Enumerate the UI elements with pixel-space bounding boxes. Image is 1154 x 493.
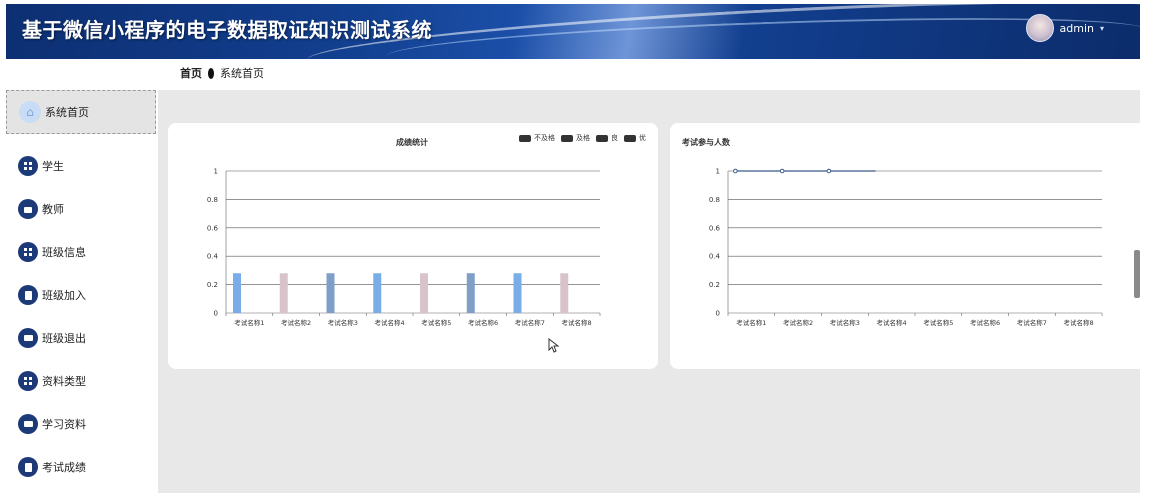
document-icon xyxy=(18,285,38,305)
document-icon xyxy=(18,457,38,477)
sidebar-item-label: 学生 xyxy=(42,160,64,173)
y-tick-label: 0.4 xyxy=(207,253,219,261)
chart-legend: 不及格 及格 良 优 xyxy=(519,133,646,143)
y-tick-label: 1 xyxy=(716,168,720,176)
x-tick-label: 考试名称6 xyxy=(468,318,498,327)
sidebar-item-teachers[interactable]: 教师 xyxy=(6,197,156,221)
sidebar: ⌂ 系统首页 学生 教师 班级信息 班级加入 班级退出 资料类型 学习资料 考试… xyxy=(6,90,156,493)
sidebar-item-class-quit[interactable]: 班级退出 xyxy=(6,326,156,350)
chevron-down-icon[interactable]: ▾ xyxy=(1100,24,1104,33)
legend-swatch xyxy=(519,134,531,142)
y-tick-label: 0.6 xyxy=(207,224,219,232)
bar xyxy=(466,273,475,313)
grid-icon xyxy=(18,242,38,262)
x-tick-label: 考试名称8 xyxy=(1064,318,1094,327)
legend-swatch xyxy=(624,134,636,142)
breadcrumb-current: 系统首页 xyxy=(220,67,264,80)
sidebar-item-label: 教师 xyxy=(42,203,64,216)
x-tick-label: 考试名称7 xyxy=(1017,318,1047,327)
x-tick-label: 考试名称4 xyxy=(375,318,405,327)
x-tick-label: 考试名称1 xyxy=(736,318,766,327)
bar-chart: 0 0.2 0.4 0.6 0.8 1 考试名称1 考试名称2 考试名称3 考试名称4 考试名称5 考… xyxy=(207,168,601,327)
sidebar-item-material-type[interactable]: 资料类型 xyxy=(6,369,156,393)
breadcrumb-separator-icon xyxy=(208,67,214,79)
bar xyxy=(560,273,569,313)
x-tick-label: 考试名称2 xyxy=(783,318,813,327)
grid-icon xyxy=(18,156,38,176)
chart-title: 成绩统计 xyxy=(396,138,428,147)
legend-swatch xyxy=(561,134,573,142)
message-icon xyxy=(18,414,38,434)
line-chart: 0 0.2 0.4 0.6 0.8 1 考试名称1 考试名称2 考试名称3 考试名称4 考试名称5 考… xyxy=(709,168,1103,327)
app-title: 基于微信小程序的电子数据取证知识测试系统 xyxy=(22,18,432,42)
data-point xyxy=(779,168,785,174)
message-icon xyxy=(18,328,38,348)
x-tick-label: 考试名称3 xyxy=(830,318,860,327)
sidebar-item-study-material[interactable]: 学习资料 xyxy=(6,412,156,436)
participation-chart-card: 考试参与人数 0 0.2 0.4 0.6 0.8 1 考试名称1 考试名称2 考试名称3 考试名称… xyxy=(670,123,1140,369)
sidebar-item-label: 班级退出 xyxy=(42,332,86,345)
sidebar-item-label: 班级信息 xyxy=(42,246,86,259)
sidebar-item-label: 班级加入 xyxy=(42,289,86,302)
y-tick-label: 0.2 xyxy=(709,281,720,289)
x-tick-label: 考试名称4 xyxy=(877,318,907,327)
y-tick-label: 1 xyxy=(214,168,218,176)
x-tick-label: 考试名称1 xyxy=(234,318,264,327)
bar xyxy=(326,273,335,313)
data-point xyxy=(733,168,738,174)
sidebar-item-class-join[interactable]: 班级加入 xyxy=(6,283,156,307)
y-tick-label: 0.4 xyxy=(709,253,721,261)
data-point xyxy=(826,168,832,174)
grid-icon xyxy=(18,371,38,391)
x-tick-label: 考试名称7 xyxy=(515,318,545,327)
legend-item[interactable]: 良 xyxy=(596,133,618,143)
bar xyxy=(279,273,288,313)
legend-label: 不及格 xyxy=(534,134,555,142)
sidebar-item-label: 考试成绩 xyxy=(42,461,86,474)
sidebar-item-home[interactable]: ⌂ 系统首页 xyxy=(6,90,156,134)
sidebar-item-label: 学习资料 xyxy=(42,418,86,431)
bar xyxy=(513,273,522,313)
bar xyxy=(233,273,242,313)
avatar[interactable] xyxy=(1025,14,1054,42)
main-content: 成绩统计 不及格 及格 良 优 0 0.2 0.4 0.6 0.8 1 考试名称1 考试名称2… xyxy=(158,90,1140,493)
bar xyxy=(420,273,429,313)
y-tick-label: 0 xyxy=(214,310,218,318)
legend-label: 及格 xyxy=(576,134,590,142)
username-label[interactable]: admin xyxy=(1060,22,1094,35)
mouse-cursor-icon xyxy=(548,338,560,353)
sidebar-item-label: 系统首页 xyxy=(45,106,89,119)
y-tick-label: 0.6 xyxy=(709,224,721,232)
legend-label: 优 xyxy=(639,134,646,142)
home-icon: ⌂ xyxy=(19,101,41,123)
score-chart-card: 成绩统计 不及格 及格 良 优 0 0.2 0.4 0.6 0.8 1 考试名称1 考试名称2… xyxy=(168,123,658,369)
x-tick-label: 考试名称5 xyxy=(421,318,451,327)
y-tick-label: 0.8 xyxy=(709,196,720,204)
x-tick-label: 考试名称3 xyxy=(328,318,358,327)
x-tick-label: 考试名称5 xyxy=(923,318,953,327)
sidebar-item-students[interactable]: 学生 xyxy=(6,154,156,178)
legend-item[interactable]: 不及格 xyxy=(519,133,555,143)
x-tick-label: 考试名称8 xyxy=(562,318,592,327)
app-header: 基于微信小程序的电子数据取证知识测试系统 admin ▾ xyxy=(6,4,1140,59)
user-menu[interactable]: admin ▾ xyxy=(1025,14,1104,42)
y-tick-label: 0 xyxy=(716,310,720,318)
sidebar-item-class-info[interactable]: 班级信息 xyxy=(6,240,156,264)
breadcrumb: 首页 系统首页 xyxy=(180,65,264,81)
chart-title: 考试参与人数 xyxy=(682,138,730,147)
x-tick-label: 考试名称2 xyxy=(281,318,311,327)
scrollbar-thumb[interactable] xyxy=(1134,250,1140,298)
briefcase-icon xyxy=(18,199,38,219)
sidebar-item-label: 资料类型 xyxy=(42,375,86,388)
y-tick-label: 0.2 xyxy=(207,281,218,289)
sidebar-item-exam-scores[interactable]: 考试成绩 xyxy=(6,455,156,479)
breadcrumb-home-link[interactable]: 首页 xyxy=(180,65,202,81)
legend-item[interactable]: 优 xyxy=(624,133,646,143)
y-tick-label: 0.8 xyxy=(207,196,218,204)
legend-item[interactable]: 及格 xyxy=(561,133,590,143)
legend-label: 良 xyxy=(611,134,618,142)
x-tick-label: 考试名称6 xyxy=(970,318,1000,327)
legend-swatch xyxy=(596,134,608,142)
bar xyxy=(373,273,382,313)
